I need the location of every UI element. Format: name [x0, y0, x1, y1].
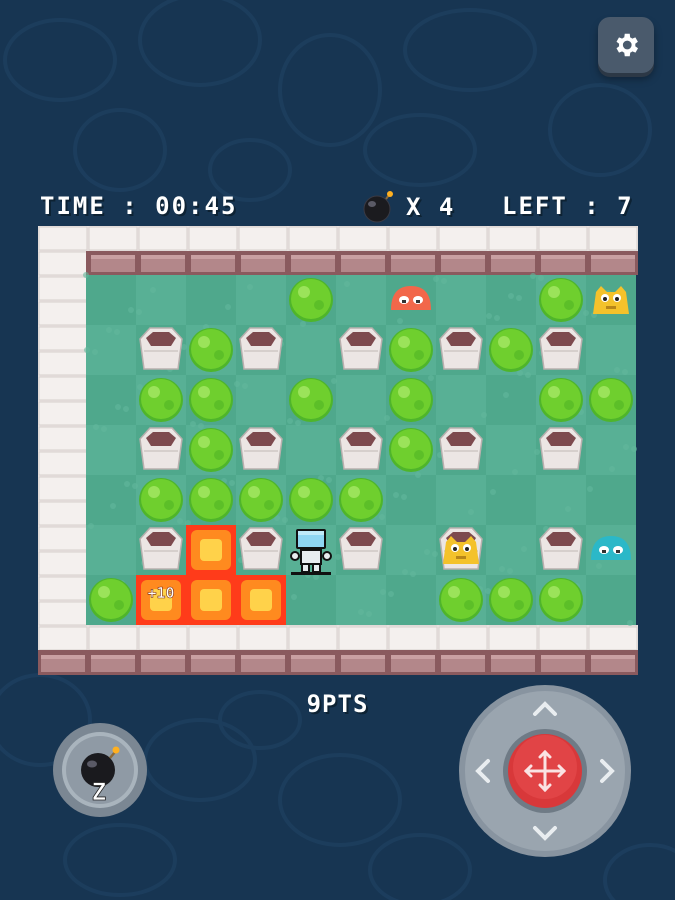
bomb-counter: X 4	[362, 190, 455, 224]
stone-block	[239, 327, 283, 370]
bush-block	[289, 278, 333, 322]
bush-block	[139, 378, 183, 422]
directional-pad[interactable]	[458, 684, 632, 858]
bush-block	[189, 328, 233, 372]
stone-block	[339, 427, 383, 470]
score-popup: +10	[147, 584, 174, 602]
stone-block	[539, 527, 583, 570]
drop-bomb-button[interactable]: Z	[52, 722, 148, 818]
bush-block	[289, 378, 333, 422]
bush-block	[389, 378, 433, 422]
bush-block	[539, 378, 583, 422]
stone-block	[439, 327, 483, 370]
game-board: +10	[38, 226, 638, 675]
bomb-count: X 4	[406, 193, 456, 221]
flame-tile	[186, 525, 236, 575]
stone-block	[139, 527, 183, 570]
stone-block	[139, 327, 183, 370]
bush-block	[189, 378, 233, 422]
gear-icon	[616, 33, 638, 57]
bush-block	[539, 578, 583, 622]
settings-button[interactable]	[598, 17, 654, 73]
stone-block	[439, 427, 483, 470]
bush-block	[289, 478, 333, 522]
bush-block	[389, 428, 433, 472]
stone-block	[539, 427, 583, 470]
bush-block	[489, 328, 533, 372]
bush-block	[589, 378, 633, 422]
bomb-key-label: Z	[92, 778, 106, 806]
bush-block	[189, 428, 233, 472]
bush-block	[239, 478, 283, 522]
enemies-left-display: LEFT : 7	[502, 192, 634, 220]
bush-block	[539, 278, 583, 322]
bush-block	[339, 478, 383, 522]
stone-block	[539, 327, 583, 370]
stone-block	[239, 527, 283, 570]
bush-block	[389, 328, 433, 372]
bush-block	[439, 578, 483, 622]
stone-block	[339, 327, 383, 370]
bush-block	[189, 478, 233, 522]
stone-block	[139, 427, 183, 470]
bush-block	[89, 578, 133, 622]
flame-tile	[236, 575, 286, 625]
timer-display: TIME : 00:45	[40, 192, 238, 220]
stone-block	[239, 427, 283, 470]
joystick-graphic	[459, 685, 631, 857]
stone-block	[339, 527, 383, 570]
flame-tile	[186, 575, 236, 625]
bush-block	[489, 578, 533, 622]
bush-block	[139, 478, 183, 522]
bomb-button-graphic: Z	[53, 723, 147, 817]
bomb-icon	[363, 191, 393, 223]
